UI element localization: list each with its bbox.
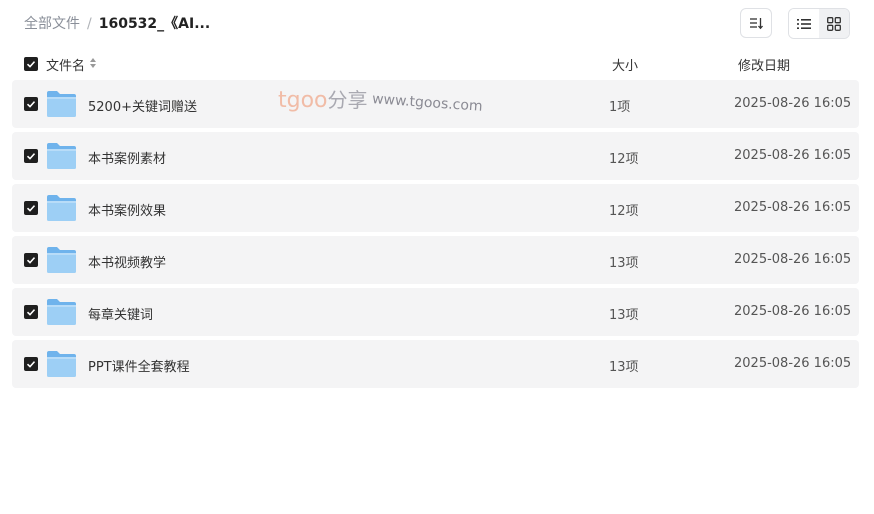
sort-caret-icon[interactable] <box>89 56 97 70</box>
file-name[interactable]: 本书案例效果 <box>88 200 166 219</box>
row-checkbox[interactable] <box>24 201 38 215</box>
sort-button[interactable] <box>740 8 772 38</box>
file-date: 2025-08-26 16:05 <box>734 200 852 215</box>
column-header-size: 大小 <box>612 59 639 74</box>
row-checkbox[interactable] <box>24 97 38 111</box>
checkmark-icon <box>26 153 36 160</box>
table-row[interactable]: 5200+关键词赠送 1项 2025-08-26 16:05 <box>12 80 859 128</box>
folder-icon <box>47 91 76 117</box>
checkmark-icon <box>26 309 36 316</box>
file-name[interactable]: 5200+关键词赠送 <box>88 96 197 115</box>
checkmark-icon <box>26 205 36 212</box>
table-row[interactable]: 本书案例素材 12项 2025-08-26 16:05 <box>12 132 859 180</box>
column-header-date: 修改日期 <box>738 59 791 74</box>
file-name[interactable]: 本书案例素材 <box>88 148 166 167</box>
row-checkbox[interactable] <box>24 149 38 163</box>
file-size: 12项 <box>609 152 639 167</box>
file-date: 2025-08-26 16:05 <box>734 148 852 163</box>
checkmark-icon <box>26 101 36 108</box>
file-name[interactable]: 本书视频教学 <box>88 252 166 271</box>
file-size: 12项 <box>609 204 639 219</box>
column-header-name[interactable]: 文件名 <box>46 55 85 74</box>
grid-view-button[interactable] <box>819 9 849 38</box>
file-list: 5200+关键词赠送 1项 2025-08-26 16:05 本书案例素材 12… <box>12 80 859 392</box>
table-row[interactable]: 每章关键词 13项 2025-08-26 16:05 <box>12 288 859 336</box>
row-checkbox[interactable] <box>24 305 38 319</box>
file-date: 2025-08-26 16:05 <box>734 356 852 371</box>
list-view-icon <box>797 18 811 29</box>
table-row[interactable]: 本书案例效果 12项 2025-08-26 16:05 <box>12 184 859 232</box>
checkmark-icon <box>26 257 36 264</box>
file-size: 1项 <box>609 100 631 115</box>
top-bar: 全部文件 / 160532_《AI... <box>0 0 874 48</box>
breadcrumb: 全部文件 / 160532_《AI... <box>24 15 210 33</box>
list-view-button[interactable] <box>789 9 819 38</box>
file-name[interactable]: 每章关键词 <box>88 304 153 323</box>
folder-icon <box>47 143 76 169</box>
breadcrumb-current: 160532_《AI... <box>98 16 211 32</box>
folder-icon <box>47 299 76 325</box>
grid-view-icon <box>827 16 841 31</box>
file-size: 13项 <box>609 360 639 375</box>
file-size: 13项 <box>609 308 639 323</box>
row-checkbox[interactable] <box>24 253 38 267</box>
breadcrumb-separator: / <box>87 16 92 32</box>
folder-icon <box>47 247 76 273</box>
select-all-checkbox[interactable] <box>24 57 38 71</box>
table-row[interactable]: 本书视频教学 13项 2025-08-26 16:05 <box>12 236 859 284</box>
file-size: 13项 <box>609 256 639 271</box>
checkmark-icon <box>26 361 36 368</box>
file-date: 2025-08-26 16:05 <box>734 304 852 319</box>
folder-icon <box>47 195 76 221</box>
file-date: 2025-08-26 16:05 <box>734 96 852 111</box>
file-date: 2025-08-26 16:05 <box>734 252 852 267</box>
checkmark-icon <box>26 61 36 68</box>
folder-icon <box>47 351 76 377</box>
table-header: 文件名 大小 修改日期 <box>12 52 859 76</box>
row-checkbox[interactable] <box>24 357 38 371</box>
view-toggle <box>788 8 850 39</box>
sort-icon <box>750 18 763 30</box>
breadcrumb-root-link[interactable]: 全部文件 <box>24 16 80 32</box>
file-name[interactable]: PPT课件全套教程 <box>88 356 190 375</box>
table-row[interactable]: PPT课件全套教程 13项 2025-08-26 16:05 <box>12 340 859 388</box>
